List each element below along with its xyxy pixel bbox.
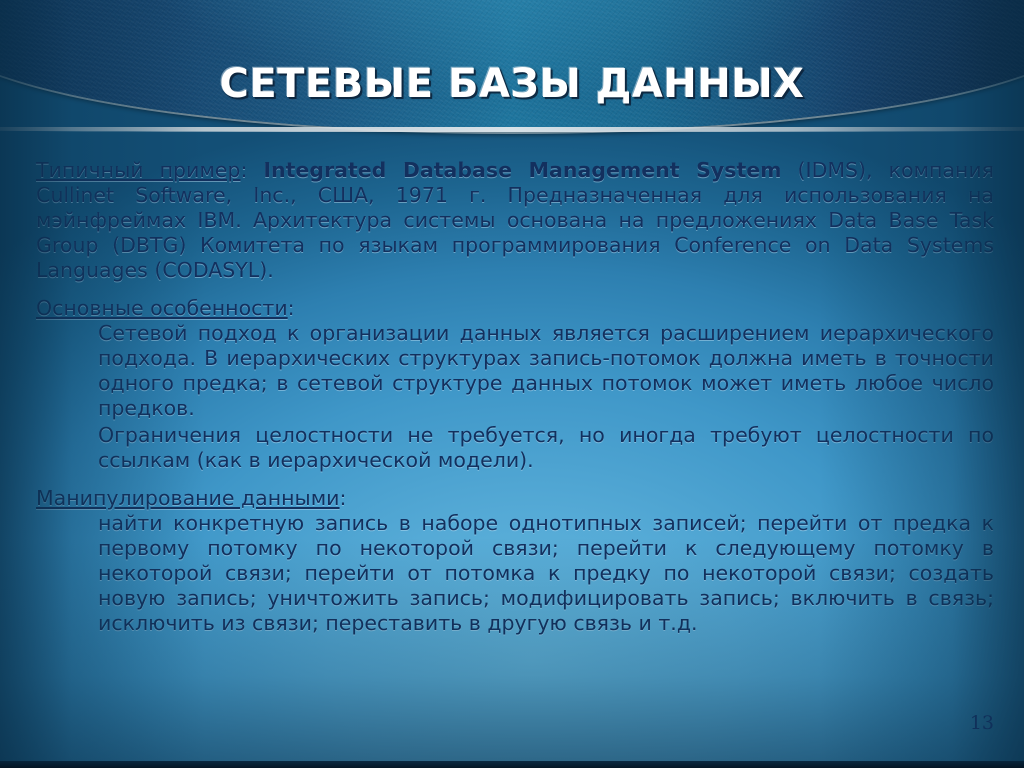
intro-product-name: Integrated Database Management System xyxy=(263,158,782,182)
manipulation-heading: Манипулирование данными: xyxy=(36,486,994,511)
manipulation-heading-colon: : xyxy=(339,486,347,510)
manipulation-paragraph-1: найти конкретную запись в наборе однотип… xyxy=(98,511,994,635)
features-heading: Основные особенности: xyxy=(36,296,994,321)
intro-paragraph: Типичный пример: Integrated Database Man… xyxy=(36,158,994,283)
presentation-slide: СЕТЕВЫЕ БАЗЫ ДАННЫХ Типичный пример: Int… xyxy=(0,0,1024,768)
manipulation-heading-text: Манипулирование данными xyxy=(36,486,340,510)
banner-bottom-rim xyxy=(0,127,1024,132)
slide-number: 13 xyxy=(969,712,994,734)
features-paragraph-2: Ограничения целостности не требуется, но… xyxy=(98,423,994,472)
intro-lead-colon: : xyxy=(240,158,264,182)
slide-body: Типичный пример: Integrated Database Man… xyxy=(36,158,994,638)
bottom-border xyxy=(0,761,1024,768)
features-paragraph-1: Сетевой подход к организации данных явля… xyxy=(98,321,994,420)
features-heading-colon: : xyxy=(287,296,295,320)
intro-lead-label: Типичный пример xyxy=(36,158,241,182)
features-heading-text: Основные особенности xyxy=(36,296,288,320)
slide-title: СЕТЕВЫЕ БАЗЫ ДАННЫХ xyxy=(219,60,805,107)
